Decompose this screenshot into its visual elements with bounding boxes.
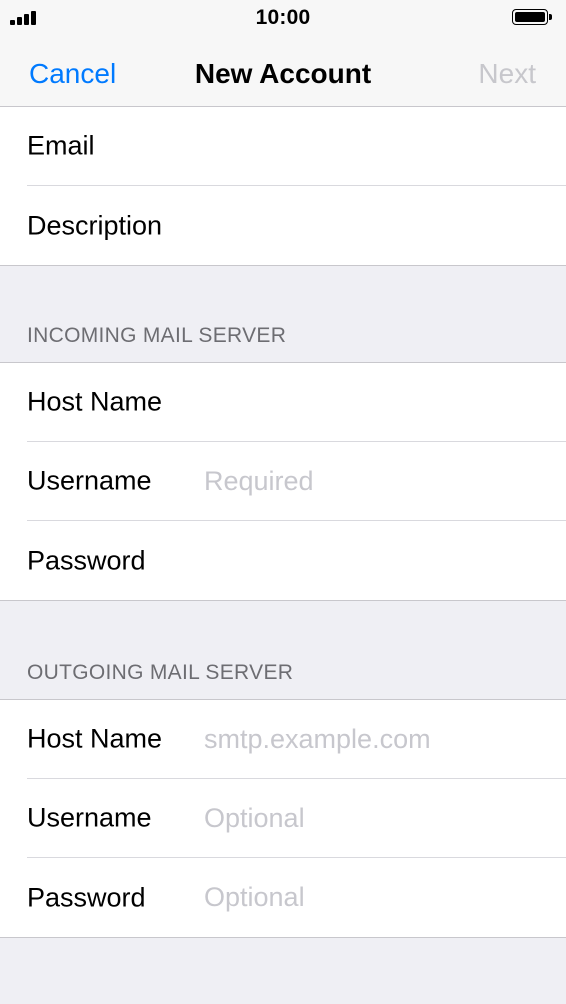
incoming-password-field[interactable] [204,540,544,581]
outgoing-host-row[interactable]: Host Name [27,700,566,779]
outgoing-section-header: OUTGOING MAIL SERVER [27,661,294,684]
outgoing-host-label: Host Name [27,723,163,754]
outgoing-username-row[interactable]: Username [27,779,566,858]
incoming-section-header: INCOMING MAIL SERVER [27,324,287,347]
description-field[interactable] [204,205,544,246]
incoming-username-label: Username [27,465,152,496]
outgoing-username-label: Username [27,802,152,833]
incoming-username-row[interactable]: Username [27,442,566,521]
battery-icon [512,9,552,27]
outgoing-host-field[interactable] [204,719,544,759]
incoming-host-row[interactable]: Host Name [27,363,566,442]
outgoing-password-row[interactable]: Password [27,858,566,937]
account-group: Email Description [0,106,566,266]
description-row[interactable]: Description [27,186,566,265]
outgoing-server-group: Host Name Username Password [0,699,566,938]
status-time: 10:00 [255,6,311,29]
email-row[interactable]: Email [27,107,566,186]
incoming-password-label: Password [27,545,146,575]
cancel-button[interactable]: Cancel [29,58,116,90]
outgoing-username-field[interactable] [204,798,544,838]
incoming-host-label: Host Name [27,386,163,417]
outgoing-password-label: Password [27,882,146,912]
incoming-server-group: Host Name Username Password [0,362,566,601]
outgoing-password-field[interactable] [204,877,544,918]
incoming-username-field[interactable] [204,461,544,501]
description-label: Description [27,210,163,240]
email-field[interactable] [204,126,544,166]
incoming-password-row[interactable]: Password [27,521,566,600]
status-bar: 10:00 [0,0,566,36]
incoming-host-field[interactable] [204,382,544,422]
email-label: Email [27,130,95,161]
navigation-bar: Cancel New Account Next [0,36,566,113]
next-button[interactable]: Next [478,58,536,90]
